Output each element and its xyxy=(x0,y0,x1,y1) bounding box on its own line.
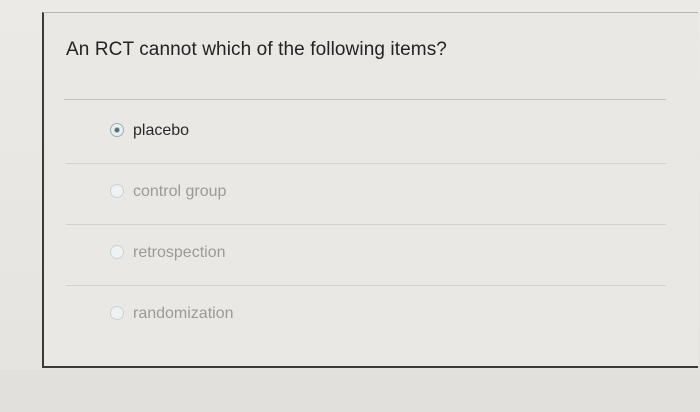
bottom-area xyxy=(0,370,700,412)
screen: An RCT cannot which of the following ite… xyxy=(0,0,700,412)
question-divider xyxy=(64,99,666,100)
option-label: control group xyxy=(133,183,227,200)
option-placebo[interactable]: placebo xyxy=(66,103,666,164)
radio-icon[interactable] xyxy=(110,184,124,198)
radio-icon[interactable] xyxy=(110,306,124,320)
radio-selected-icon[interactable] xyxy=(110,123,124,137)
answer-options: placebo control group retrospection rand… xyxy=(66,103,666,346)
option-control-group[interactable]: control group xyxy=(66,164,666,225)
radio-icon[interactable] xyxy=(110,245,124,259)
option-label: randomization xyxy=(133,305,234,322)
option-label: retrospection xyxy=(133,244,226,261)
option-retrospection[interactable]: retrospection xyxy=(66,225,666,286)
question-text: An RCT cannot which of the following ite… xyxy=(66,39,447,60)
question-card: An RCT cannot which of the following ite… xyxy=(42,12,698,368)
option-randomization[interactable]: randomization xyxy=(66,286,666,346)
option-label: placebo xyxy=(133,122,190,139)
